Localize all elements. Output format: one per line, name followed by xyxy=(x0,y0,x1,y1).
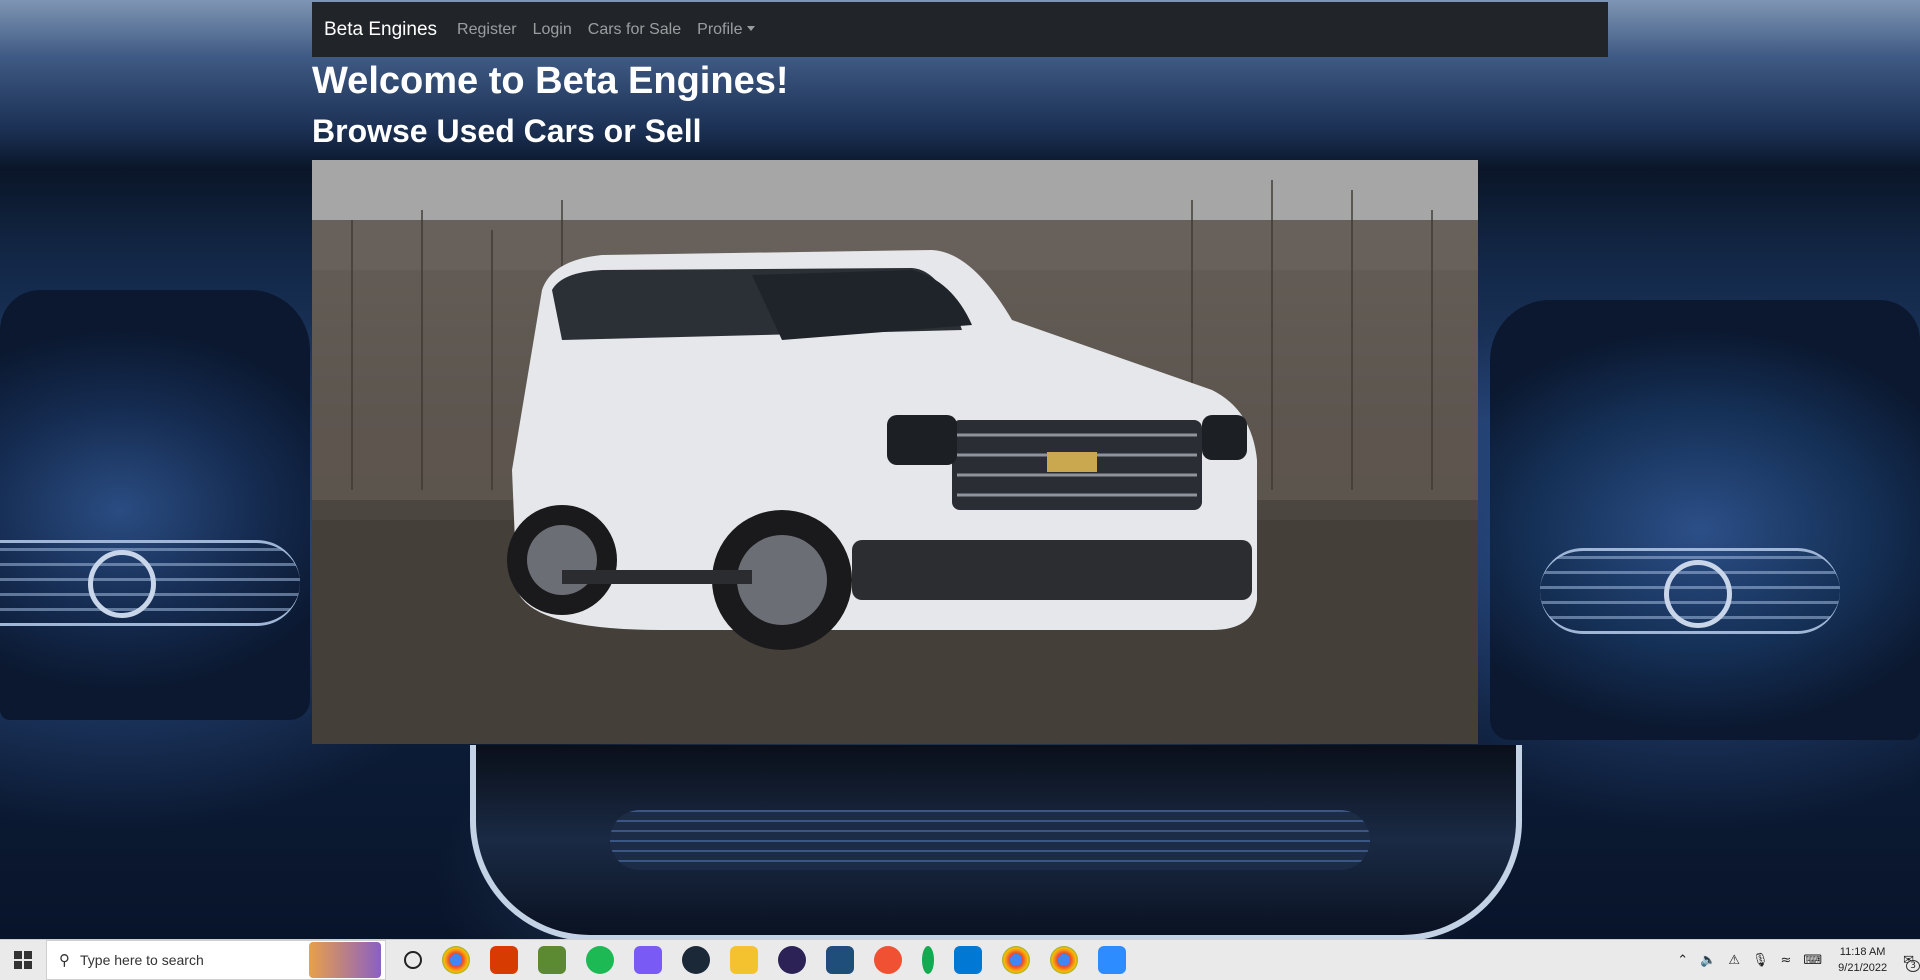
spotify-icon[interactable] xyxy=(586,946,614,974)
taskbar-search[interactable]: ⚲ Type here to search xyxy=(46,940,386,980)
office-icon[interactable] xyxy=(490,946,518,974)
eclipse-icon[interactable] xyxy=(778,946,806,974)
discord-icon[interactable] xyxy=(634,946,662,974)
brand-link[interactable]: Beta Engines xyxy=(324,19,437,41)
background-center-vent xyxy=(610,810,1370,870)
windows-icon xyxy=(14,951,32,969)
background-right-logo xyxy=(1664,560,1732,628)
chrome-profile-2-icon[interactable] xyxy=(1050,946,1078,974)
mysql-workbench-icon[interactable] xyxy=(826,946,854,974)
volume-icon[interactable]: 🔈 xyxy=(1700,953,1716,968)
background-left-logo xyxy=(88,550,156,618)
start-button[interactable] xyxy=(0,940,46,980)
keyboard-icon[interactable]: ⌨ xyxy=(1803,953,1822,968)
minecraft-icon[interactable] xyxy=(538,946,566,974)
search-placeholder: Type here to search xyxy=(80,952,204,968)
navbar: Beta Engines Register Login Cars for Sal… xyxy=(312,2,1608,57)
nav-profile-dropdown[interactable]: Profile xyxy=(697,20,755,39)
notification-count-badge: 3 xyxy=(1906,959,1920,972)
wifi-icon[interactable]: ≈ xyxy=(1780,953,1791,968)
search-icon: ⚲ xyxy=(59,951,70,969)
background-right-car xyxy=(1490,300,1920,740)
network-error-icon[interactable]: ⚠ xyxy=(1728,953,1740,968)
chrome-icon[interactable] xyxy=(442,946,470,974)
page-subtitle: Browse Used Cars or Sell xyxy=(312,113,702,149)
chrome-profile-icon[interactable] xyxy=(1002,946,1030,974)
nav-cars-for-sale-link[interactable]: Cars for Sale xyxy=(588,21,681,39)
taskbar: ⚲ Type here to search ⌃ 🔈 ⚠ 🎙 ≈ ⌨ 11:18 … xyxy=(0,939,1920,980)
caret-down-icon xyxy=(746,25,755,31)
git-icon[interactable] xyxy=(874,946,902,974)
hero-car-image xyxy=(312,160,1478,744)
search-highlight-icon xyxy=(309,942,381,978)
clock[interactable]: 11:18 AM 9/21/2022 xyxy=(1838,944,1887,976)
clock-time: 11:18 AM xyxy=(1839,946,1886,958)
nav-login-link[interactable]: Login xyxy=(533,21,572,39)
microphone-icon[interactable]: 🎙 xyxy=(1752,953,1769,968)
steam-icon[interactable] xyxy=(682,946,710,974)
vscode-icon[interactable] xyxy=(954,946,982,974)
nav-register-link[interactable]: Register xyxy=(457,21,517,39)
page-title: Welcome to Beta Engines! xyxy=(312,60,789,102)
nav-profile-label: Profile xyxy=(697,20,743,38)
zoom-icon[interactable] xyxy=(1098,946,1126,974)
mongodb-icon[interactable] xyxy=(922,946,934,974)
notifications-icon[interactable]: ✉3 xyxy=(1903,953,1920,972)
system-tray: ⌃ 🔈 ⚠ 🎙 ≈ ⌨ 11:18 AM 9/21/2022 ✉3 xyxy=(1671,940,1920,980)
file-explorer-icon[interactable] xyxy=(730,946,758,974)
cortana-icon[interactable] xyxy=(404,951,422,969)
chevron-up-icon[interactable]: ⌃ xyxy=(1677,953,1688,968)
clock-date: 9/21/2022 xyxy=(1838,962,1888,974)
background-left-car xyxy=(0,290,310,720)
